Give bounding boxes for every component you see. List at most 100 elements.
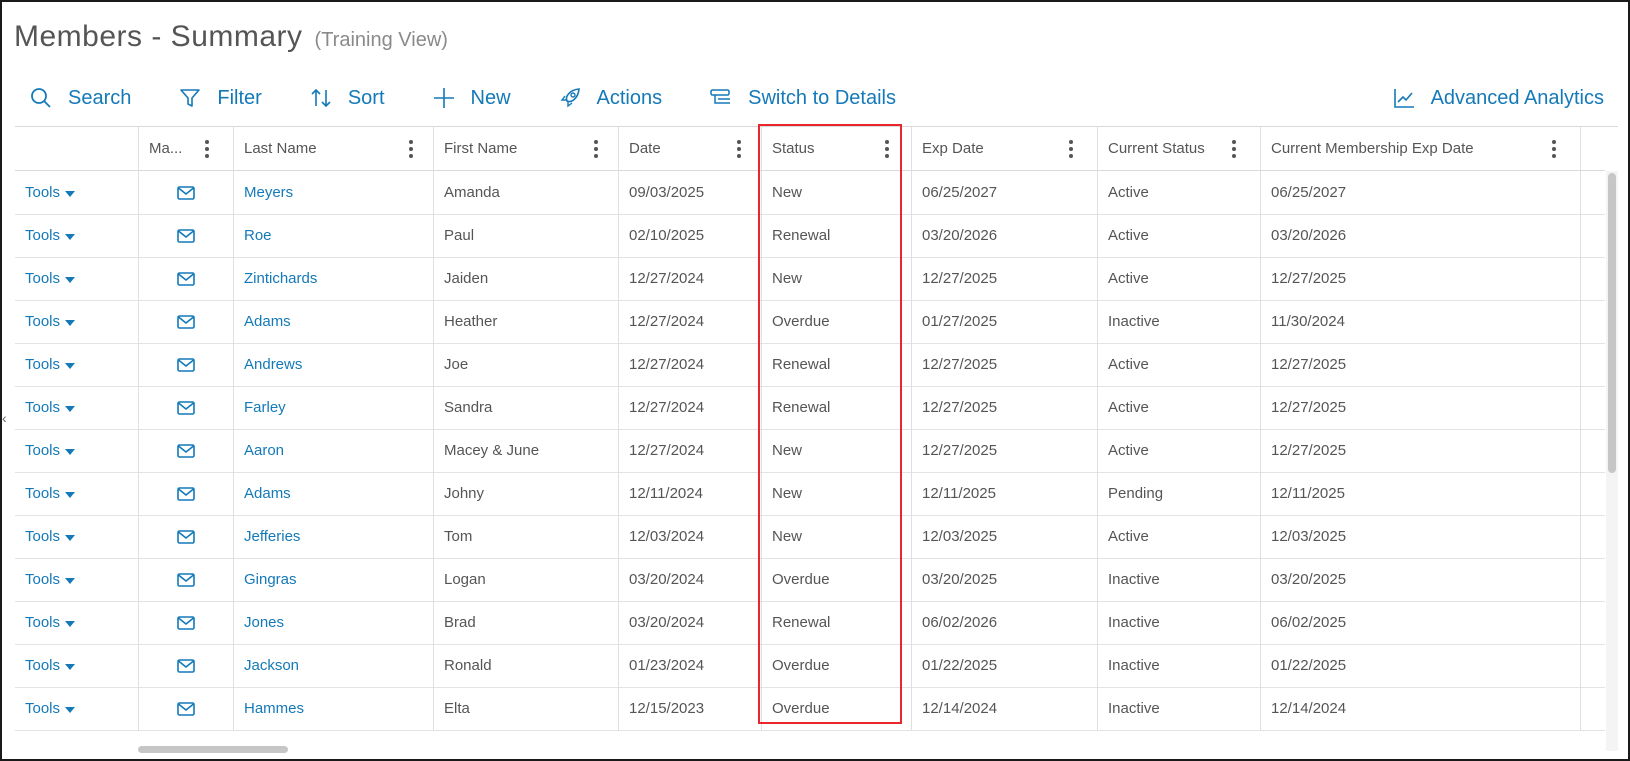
actions-button[interactable]: Actions: [559, 87, 662, 110]
last-name-link[interactable]: Farley: [244, 399, 286, 416]
mail-icon[interactable]: [177, 658, 195, 673]
last-name-cell: Adams: [234, 300, 434, 343]
current-membership-exp-date-text: 12/27/2025: [1271, 270, 1347, 287]
last-name-link[interactable]: Jones: [244, 614, 284, 631]
column-header-first-name[interactable]: First Name: [434, 127, 619, 170]
tools-dropdown[interactable]: Tools: [25, 485, 76, 502]
table-row[interactable]: Tools Roe Paul 02/10/2025 Renewal 03/20/…: [15, 214, 1605, 258]
last-name-link[interactable]: Roe: [244, 227, 272, 244]
tools-dropdown[interactable]: Tools: [25, 528, 76, 545]
column-menu-icon[interactable]: [205, 139, 209, 158]
last-name-link[interactable]: Hammes: [244, 700, 304, 717]
tools-dropdown[interactable]: Tools: [25, 700, 76, 717]
search-button[interactable]: Search: [30, 87, 131, 110]
row-tools-cell: Tools: [15, 257, 139, 300]
column-header-exp-date[interactable]: Exp Date: [912, 127, 1098, 170]
advanced-analytics-button[interactable]: Advanced Analytics: [1393, 80, 1604, 116]
tools-dropdown[interactable]: Tools: [25, 399, 76, 416]
column-header-current-membership-exp-date[interactable]: Current Membership Exp Date: [1261, 127, 1581, 170]
current-membership-exp-date-cell: 01/22/2025: [1261, 644, 1581, 687]
mail-icon[interactable]: [177, 701, 195, 716]
mail-icon[interactable]: [177, 529, 195, 544]
table-row[interactable]: Tools Zintichards Jaiden 12/27/2024 New …: [15, 257, 1605, 301]
vertical-scrollbar-thumb[interactable]: [1608, 173, 1616, 473]
table-row[interactable]: Tools Gingras Logan 03/20/2024 Overdue 0…: [15, 558, 1605, 602]
first-name-cell: Brad: [434, 601, 619, 644]
table-row[interactable]: Tools Farley Sandra 12/27/2024 Renewal 1…: [15, 386, 1605, 430]
caret-down-icon: [65, 190, 76, 197]
mail-icon[interactable]: [177, 271, 195, 286]
table-row[interactable]: Tools Aaron Macey & June 12/27/2024 New …: [15, 429, 1605, 473]
exp-date-text: 12/27/2025: [922, 442, 998, 459]
last-name-link[interactable]: Aaron: [244, 442, 284, 459]
date-cell: 12/15/2023: [619, 687, 762, 730]
table-row[interactable]: Tools Adams Heather 12/27/2024 Overdue 0…: [15, 300, 1605, 344]
tools-dropdown[interactable]: Tools: [25, 442, 76, 459]
caret-down-icon: [65, 319, 76, 326]
table-row[interactable]: Tools Jackson Ronald 01/23/2024 Overdue …: [15, 644, 1605, 688]
column-header-status[interactable]: Status: [762, 127, 912, 170]
mail-icon[interactable]: [177, 572, 195, 587]
mail-icon[interactable]: [177, 486, 195, 501]
sort-button[interactable]: Sort: [310, 87, 385, 110]
column-header-current-status[interactable]: Current Status: [1098, 127, 1261, 170]
tools-dropdown[interactable]: Tools: [25, 270, 76, 287]
date-cell: 12/27/2024: [619, 429, 762, 472]
column-menu-icon[interactable]: [409, 139, 413, 158]
mail-icon[interactable]: [177, 185, 195, 200]
tools-dropdown[interactable]: Tools: [25, 227, 76, 244]
new-button[interactable]: New: [433, 87, 511, 110]
mail-icon[interactable]: [177, 314, 195, 329]
column-header-date[interactable]: Date: [619, 127, 762, 170]
column-header-last-name[interactable]: Last Name: [234, 127, 434, 170]
column-menu-icon[interactable]: [885, 139, 889, 158]
mail-icon[interactable]: [177, 615, 195, 630]
last-name-link[interactable]: Adams: [244, 485, 291, 502]
last-name-link[interactable]: Meyers: [244, 184, 293, 201]
last-name-link[interactable]: Gingras: [244, 571, 297, 588]
table-row[interactable]: Tools Andrews Joe 12/27/2024 Renewal 12/…: [15, 343, 1605, 387]
table-row[interactable]: Tools Jones Brad 03/20/2024 Renewal 06/0…: [15, 601, 1605, 645]
current-status-cell: Active: [1098, 171, 1261, 214]
last-name-link[interactable]: Jackson: [244, 657, 299, 674]
tools-dropdown[interactable]: Tools: [25, 614, 76, 631]
table-row[interactable]: Tools Meyers Amanda 09/03/2025 New 06/25…: [15, 171, 1605, 215]
tools-dropdown[interactable]: Tools: [25, 184, 76, 201]
switch-to-details-button[interactable]: Switch to Details: [710, 87, 896, 110]
mail-icon[interactable]: [177, 357, 195, 372]
first-name-text: Logan: [444, 571, 486, 588]
column-header-mail[interactable]: Ma...: [139, 127, 234, 170]
last-name-link[interactable]: Zintichards: [244, 270, 317, 287]
column-menu-icon[interactable]: [1232, 139, 1236, 158]
tools-dropdown[interactable]: Tools: [25, 571, 76, 588]
last-name-link[interactable]: Adams: [244, 313, 291, 330]
last-name-cell: Farley: [234, 386, 434, 429]
mail-icon[interactable]: [177, 443, 195, 458]
column-menu-icon[interactable]: [594, 139, 598, 158]
filter-button[interactable]: Filter: [179, 87, 262, 110]
last-name-link[interactable]: Andrews: [244, 356, 302, 373]
first-name-cell: Ronald: [434, 644, 619, 687]
column-menu-icon[interactable]: [1069, 139, 1073, 158]
caret-down-icon: [65, 534, 76, 541]
collapse-arrow-icon[interactable]: ‹: [2, 410, 7, 426]
table-row[interactable]: Tools Hammes Elta 12/15/2023 Overdue 12/…: [15, 687, 1605, 731]
tools-dropdown[interactable]: Tools: [25, 356, 76, 373]
column-menu-icon[interactable]: [1552, 139, 1556, 158]
current-status-cell: Inactive: [1098, 644, 1261, 687]
toolbar: Search Filter Sort New Actions Switch to…: [30, 80, 944, 116]
horizontal-scrollbar-thumb[interactable]: [138, 746, 288, 753]
column-menu-icon[interactable]: [737, 139, 741, 158]
tools-dropdown[interactable]: Tools: [25, 657, 76, 674]
mail-icon[interactable]: [177, 228, 195, 243]
table-row[interactable]: Tools Adams Johny 12/11/2024 New 12/11/2…: [15, 472, 1605, 516]
search-icon: [31, 88, 51, 108]
first-name-cell: Amanda: [434, 171, 619, 214]
current-status-text: Active: [1108, 227, 1149, 244]
last-name-link[interactable]: Jefferies: [244, 528, 300, 545]
tools-label: Tools: [25, 227, 61, 244]
tools-dropdown[interactable]: Tools: [25, 313, 76, 330]
mail-icon[interactable]: [177, 400, 195, 415]
tools-label: Tools: [25, 614, 61, 631]
table-row[interactable]: Tools Jefferies Tom 12/03/2024 New 12/03…: [15, 515, 1605, 559]
